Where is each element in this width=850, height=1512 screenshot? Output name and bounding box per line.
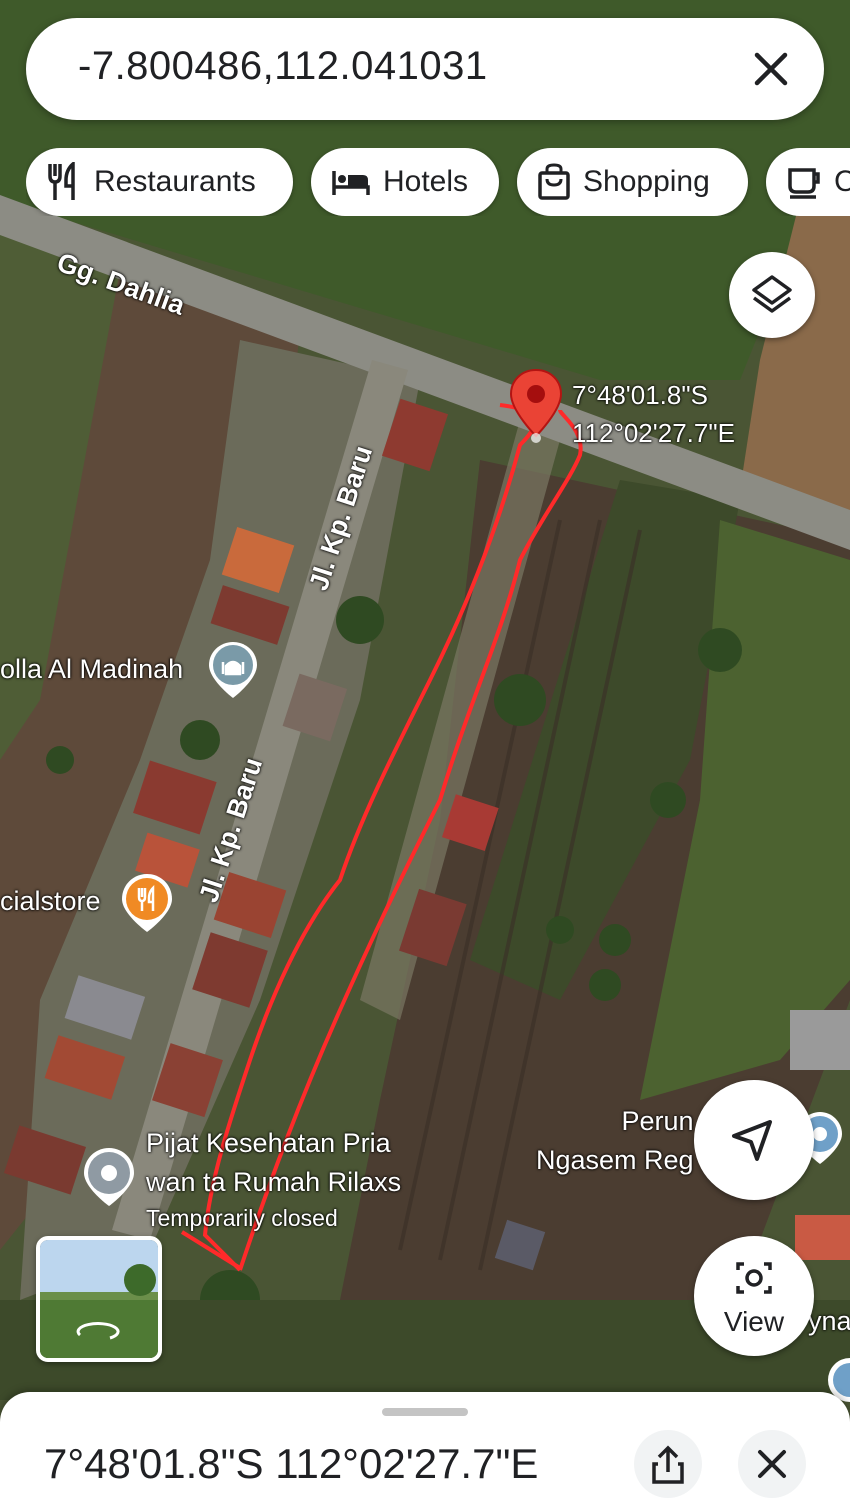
pin-longitude: 112°02'27.7"E <box>572 418 735 448</box>
chip-shopping[interactable]: Shopping <box>517 148 748 216</box>
chip-label: C <box>834 165 850 198</box>
massage-name-line2: wan ta Rumah Rilaxs <box>146 1167 402 1197</box>
bottom-sheet[interactable]: 7°48'01.8"S 112°02'27.7"E <box>0 1392 850 1512</box>
search-bar[interactable]: -7.800486,112.041031 <box>26 18 824 120</box>
pin-coordinates-label: 7°48'01.8"S 112°02'27.7"E <box>572 376 735 452</box>
shopping-bag-icon <box>538 163 570 200</box>
chip-label: Restaurants <box>94 165 256 198</box>
street-view-thumbnail[interactable] <box>36 1236 162 1362</box>
restaurant-pin-icon[interactable] <box>120 872 174 934</box>
perum-line2: Ngasem Reg <box>536 1145 694 1175</box>
coffee-icon <box>788 168 820 199</box>
dropped-pin-icon[interactable] <box>506 366 566 446</box>
sheet-title: 7°48'01.8"S 112°02'27.7"E <box>44 1440 539 1487</box>
fork-knife-icon <box>48 162 75 200</box>
massage-status: Temporarily closed <box>146 1205 338 1231</box>
chip-restaurants[interactable]: Restaurants <box>26 148 293 216</box>
view-button-label: View <box>723 1306 785 1337</box>
massage-name-line1: Pijat Kesehatan Pria <box>146 1128 391 1158</box>
place-pin-icon[interactable] <box>82 1146 136 1208</box>
drag-handle[interactable] <box>382 1408 468 1416</box>
place-label-perum[interactable]: Perun Ngasem Reg <box>536 1102 694 1180</box>
perum-line1: Perun <box>621 1106 694 1136</box>
view-button[interactable]: View <box>694 1236 814 1356</box>
close-sheet-button[interactable] <box>738 1430 806 1498</box>
directions-button[interactable] <box>694 1080 814 1200</box>
share-button[interactable] <box>634 1430 702 1498</box>
share-icon <box>652 1445 684 1484</box>
chip-coffee[interactable]: C <box>766 148 850 216</box>
place-label-massage[interactable]: Pijat Kesehatan Pria wan ta Rumah Rilaxs… <box>146 1124 401 1234</box>
mosque-icon[interactable] <box>207 640 259 700</box>
search-input[interactable]: -7.800486,112.041031 <box>78 44 488 89</box>
close-icon[interactable] <box>748 46 794 92</box>
navigation-arrow-icon <box>732 1120 772 1161</box>
chip-label: Shopping <box>583 165 710 198</box>
layers-button[interactable] <box>729 252 815 338</box>
place-label-store[interactable]: cialstore <box>0 886 101 917</box>
street-view-image <box>40 1240 158 1358</box>
close-icon <box>758 1450 786 1478</box>
camera-lens-icon <box>736 1262 772 1294</box>
pin-latitude: 7°48'01.8"S <box>572 380 708 410</box>
place-label-edge[interactable]: yna <box>808 1306 850 1337</box>
place-label-mosque[interactable]: olla Al Madinah <box>0 654 183 685</box>
category-chips: Restaurants Hotels Shopping C <box>26 148 850 216</box>
layers-icon <box>752 275 792 313</box>
chip-label: Hotels <box>383 165 469 198</box>
chip-hotels[interactable]: Hotels <box>311 148 499 216</box>
bed-icon <box>332 171 370 195</box>
